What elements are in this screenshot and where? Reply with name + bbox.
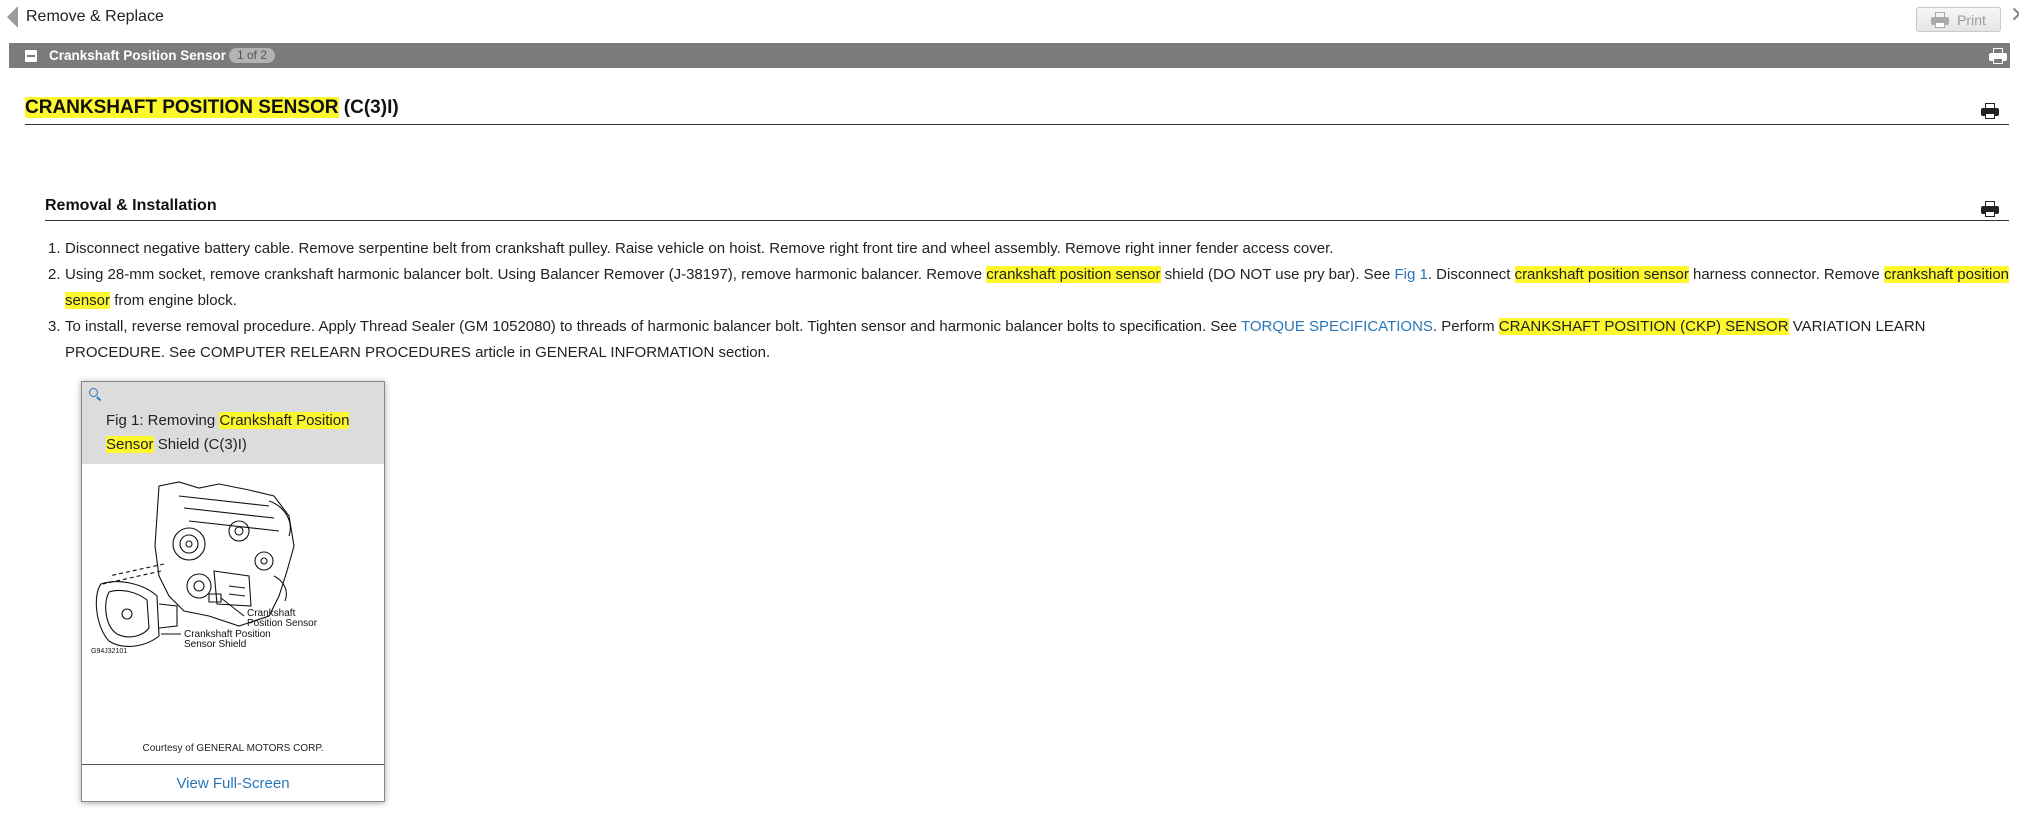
document-title: CRANKSHAFT POSITION SENSOR (C(3)I) — [25, 97, 399, 119]
step-number: 2. — [48, 266, 61, 283]
caption-text: Fig 1: Removing — [106, 412, 220, 429]
step-item: 2. Using 28-mm socket, remove crankshaft… — [30, 262, 2010, 314]
search-highlight: CRANKSHAFT POSITION (CKP) SENSOR — [1498, 318, 1789, 335]
step-item: 1. Disconnect negative battery cable. Re… — [30, 236, 2010, 262]
collapse-icon[interactable] — [25, 50, 37, 62]
figure-header: Fig 1: Removing Crankshaft Position Sens… — [82, 382, 384, 464]
page-title: Remove & Replace — [26, 8, 164, 25]
print-button-label: Print — [1957, 11, 1986, 28]
section-header: Crankshaft Position Sensor 1 of 2 — [9, 43, 2010, 68]
figure-divider — [82, 764, 384, 765]
printer-icon — [1931, 11, 1950, 28]
step-item: 3. To install, reverse removal procedure… — [30, 314, 2010, 366]
step-text: . Disconnect — [1427, 266, 1515, 283]
diagram-code: G94J32101 — [91, 648, 127, 655]
subheading: Removal & Installation — [45, 197, 217, 214]
title-divider — [25, 124, 2009, 125]
subsection-printer-icon[interactable] — [1981, 201, 1999, 217]
step-number: 1. — [48, 240, 61, 257]
step-text: Disconnect negative battery cable. Remov… — [65, 240, 1334, 257]
document-title-suffix: (C(3)I) — [338, 97, 399, 118]
caption-text: Shield (C(3)I) — [153, 436, 247, 453]
figure-credit: Courtesy of GENERAL MOTORS CORP. — [142, 743, 324, 754]
subheading-divider — [45, 220, 2009, 221]
top-bar: Remove & Replace Print ✕ — [0, 0, 2019, 36]
search-highlight: crankshaft position sensor — [1514, 266, 1689, 283]
engine-diagram-image[interactable]: Crankshaft Position Sensor Crankshaft Po… — [89, 476, 379, 676]
step-number: 3. — [48, 318, 61, 335]
figure-caption: Fig 1: Removing Crankshaft Position Sens… — [106, 409, 366, 457]
zoom-in-icon[interactable] — [89, 388, 98, 397]
step-text: . Perform — [1432, 318, 1499, 335]
diagram-label-sensor: Position Sensor — [247, 618, 318, 629]
view-full-screen-link[interactable]: View Full-Screen — [82, 775, 384, 792]
step-text: shield (DO NOT use pry bar). See — [1160, 266, 1395, 283]
step-text: To install, reverse removal procedure. A… — [65, 318, 1241, 335]
step-text: from engine block. — [110, 292, 237, 309]
close-icon[interactable]: ✕ — [2010, 4, 2019, 26]
step-text: harness connector. Remove — [1688, 266, 1884, 283]
procedure-steps: 1. Disconnect negative battery cable. Re… — [30, 236, 2010, 366]
step-text: Using 28-mm socket, remove crankshaft ha… — [65, 266, 987, 283]
diagram-label-shield: Sensor Shield — [184, 639, 246, 650]
document-printer-icon[interactable] — [1981, 103, 1999, 119]
section-title: Crankshaft Position Sensor — [49, 48, 227, 63]
section-printer-icon[interactable] — [1989, 48, 2007, 64]
fig-1-link[interactable]: Fig 1 — [1394, 266, 1427, 283]
back-arrow-icon[interactable] — [7, 6, 18, 28]
document-title-highlight: CRANKSHAFT POSITION SENSOR — [25, 97, 339, 118]
figure-card: Fig 1: Removing Crankshaft Position Sens… — [81, 381, 385, 802]
section-count-badge: 1 of 2 — [229, 48, 276, 63]
torque-specifications-link[interactable]: TORQUE SPECIFICATIONS — [1241, 318, 1433, 335]
print-button[interactable]: Print — [1916, 7, 2001, 32]
search-highlight: crankshaft position sensor — [986, 266, 1161, 283]
